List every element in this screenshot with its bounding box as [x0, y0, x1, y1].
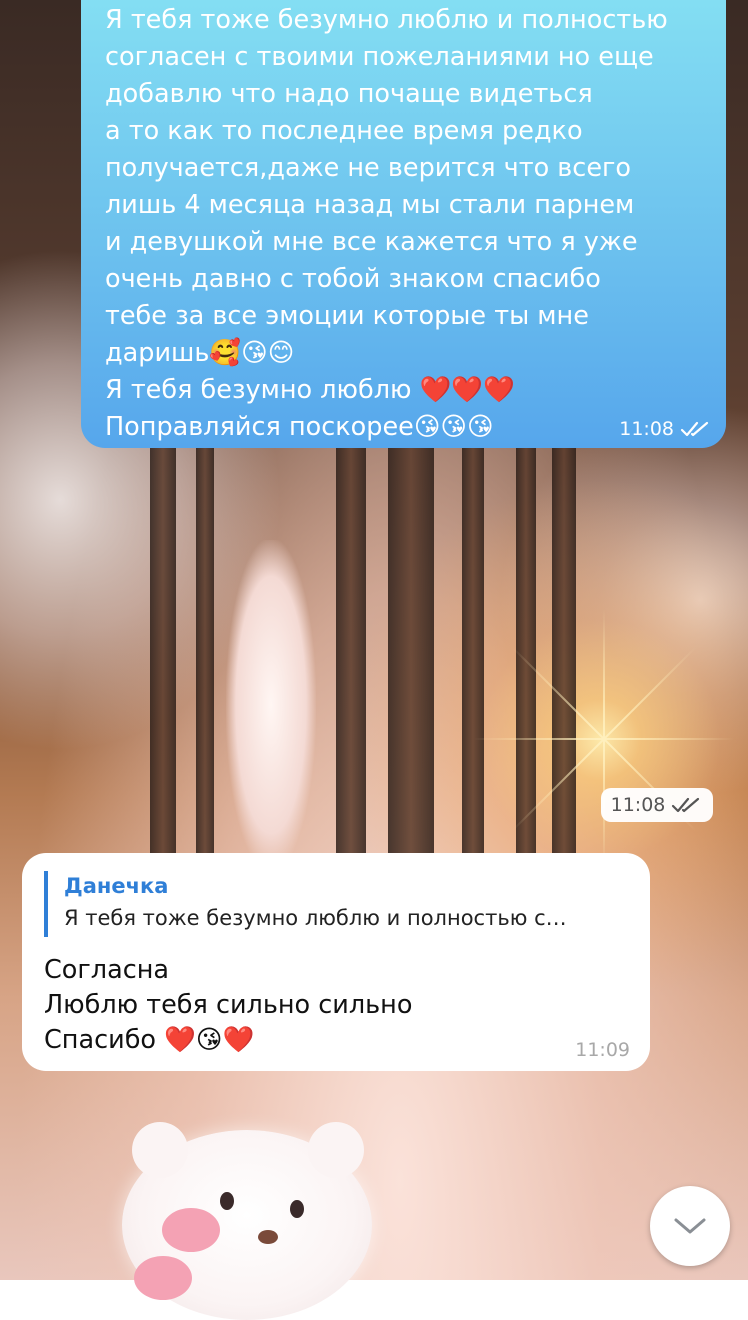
- bear-sticker[interactable]: [122, 1122, 372, 1320]
- tree-trunk: [336, 430, 366, 890]
- scroll-down-button[interactable]: [650, 1186, 730, 1266]
- reply-author: Данечка: [64, 874, 169, 898]
- bear-nose: [258, 1230, 278, 1244]
- tree-trunk: [150, 430, 176, 890]
- reply-quote[interactable]: Данечка Я тебя тоже безумно люблю и полн…: [44, 871, 628, 937]
- outgoing-message-text: Я тебя тоже безумно люблю и полностью со…: [105, 5, 668, 442]
- message-time: 11:08: [619, 418, 674, 440]
- outgoing-message-meta: 11:08: [619, 418, 712, 440]
- bear-cheek: [134, 1256, 192, 1300]
- sticker-time-badge: 11:08: [601, 788, 713, 822]
- bear-cheek: [162, 1208, 220, 1252]
- message-time: 11:08: [610, 794, 666, 816]
- incoming-message-bubble[interactable]: Данечка Я тебя тоже безумно люблю и полн…: [22, 853, 650, 1071]
- bear-ear: [308, 1122, 364, 1178]
- outgoing-message-bubble[interactable]: Я тебя тоже безумно люблю и полностью со…: [81, 0, 726, 448]
- bear-ear: [132, 1122, 188, 1178]
- double-check-icon: [680, 421, 709, 437]
- snowy-tree: [226, 540, 316, 870]
- bear-eye: [220, 1192, 234, 1210]
- incoming-message-text: Согласна Люблю тебя сильно сильно Спасиб…: [44, 955, 413, 1055]
- tree-trunk: [462, 430, 484, 890]
- tree-trunk: [552, 430, 576, 890]
- tree-trunk: [388, 430, 434, 890]
- bear-eye: [290, 1200, 304, 1218]
- reply-preview: Я тебя тоже безумно люблю и полностью с…: [64, 906, 567, 930]
- tree-trunk: [196, 430, 214, 890]
- chevron-down-icon: [674, 1218, 706, 1234]
- double-check-icon: [672, 797, 700, 813]
- message-time: 11:09: [575, 1039, 630, 1061]
